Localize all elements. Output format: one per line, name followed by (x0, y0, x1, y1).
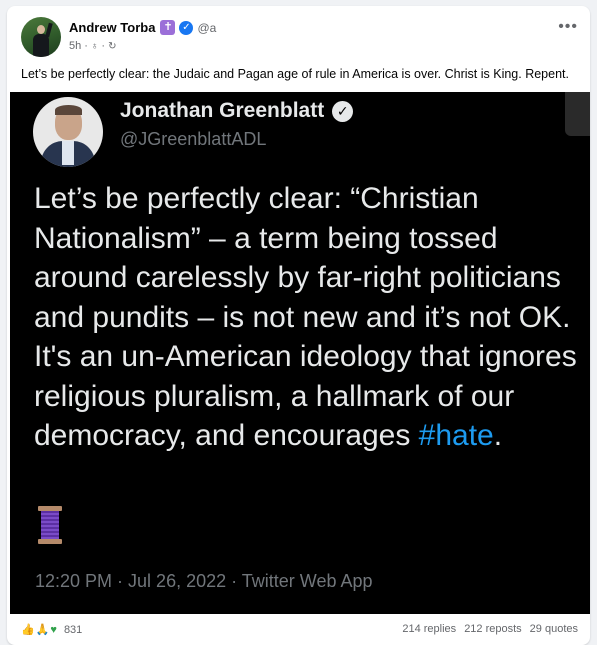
post-header: Andrew Torba ✝ ✓ @a 5h · ♁ · ↻ ••• (21, 16, 580, 60)
tweet-name-row: Jonathan Greenblatt ✓ (120, 99, 354, 123)
tweet-text-body: Let’s be perfectly clear: “Christian Nat… (34, 182, 577, 452)
tweet-hashtag: #hate (418, 419, 494, 452)
tweet-avatar (33, 97, 103, 167)
cross-badge-icon: ✝ (160, 20, 176, 35)
post-footer: 👍 🙏 ♥ 831 214 replies 212 reposts 29 quo… (21, 623, 578, 641)
quotes-count[interactable]: 29 quotes (530, 623, 578, 635)
tweet-author-handle: @JGreenblattADL (120, 129, 267, 149)
tweet-text: Let’s be perfectly clear: “Christian Nat… (34, 179, 584, 456)
replies-count[interactable]: 214 replies (402, 623, 456, 635)
tweet-timestamp: 12:20 PM · Jul 26, 2022 · Twitter Web Ap… (35, 571, 373, 591)
post-time[interactable]: 5h (69, 40, 81, 52)
reactions-summary[interactable]: 👍 🙏 ♥ 831 (21, 623, 82, 637)
meta-separator: · (84, 40, 88, 52)
author-name[interactable]: Andrew Torba (69, 20, 155, 35)
pray-icon: 🙏 (35, 624, 50, 636)
post-card: Andrew Torba ✝ ✓ @a 5h · ♁ · ↻ ••• Let’s… (7, 6, 590, 645)
reaction-count: 831 (63, 624, 83, 636)
more-options-icon[interactable]: ••• (558, 18, 578, 36)
verified-icon: ✓ (179, 20, 194, 35)
thumbs-up-icon: 👍 (21, 624, 35, 636)
tweet-text-end: . (493, 419, 503, 452)
post-meta: 5h · ♁ · ↻ (69, 40, 116, 52)
tweet-verified-icon: ✓ (332, 100, 354, 122)
spool-of-thread-icon (38, 506, 62, 544)
meta-separator: · (101, 40, 106, 52)
tweet-author-name: Jonathan Greenblatt (120, 99, 325, 122)
embedded-tweet-image[interactable]: Jonathan Greenblatt ✓ @JGreenblattADL Le… (10, 92, 590, 614)
globe-icon: ♁ (90, 40, 99, 52)
heart-icon: ♥ (50, 624, 57, 636)
author-name-row: Andrew Torba ✝ ✓ @a (69, 20, 216, 35)
author-avatar[interactable] (21, 17, 61, 57)
engagement-stats: 214 replies 212 reposts 29 quotes (402, 623, 578, 635)
post-caption: Let’s be perfectly clear: the Judaic and… (21, 67, 569, 81)
tweet-corner-shade (565, 92, 590, 136)
reposts-count[interactable]: 212 reposts (464, 623, 521, 635)
edit-icon: ↻ (108, 40, 117, 52)
author-handle[interactable]: @a (197, 21, 216, 35)
